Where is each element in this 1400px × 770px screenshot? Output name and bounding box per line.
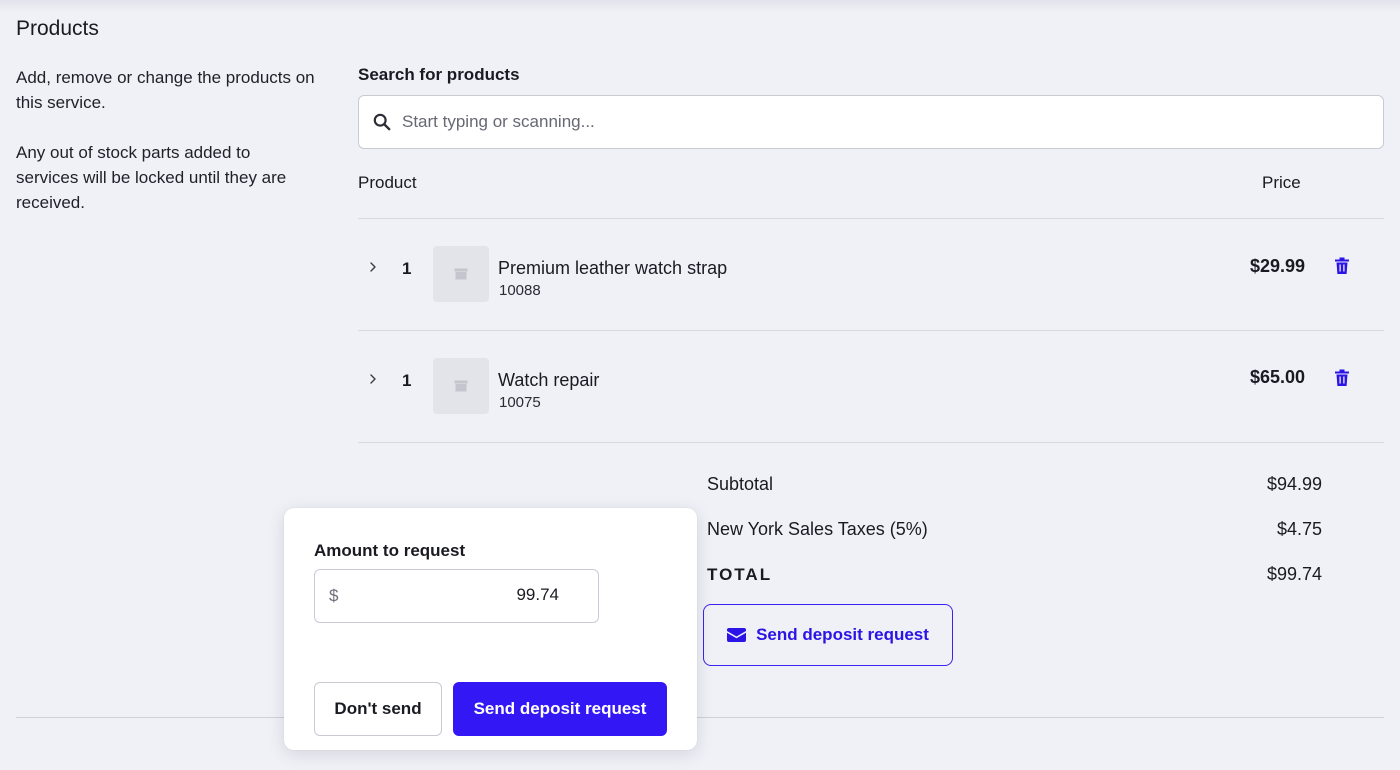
- table-row: 1 Watch repair 10075 $65.00: [358, 331, 1384, 443]
- row-quantity: 1: [402, 259, 412, 278]
- dont-send-button[interactable]: Don't send: [314, 682, 442, 736]
- tax-label: New York Sales Taxes (5%): [707, 519, 928, 539]
- search-input[interactable]: [402, 112, 1302, 132]
- box-icon: [454, 268, 468, 280]
- divider: [16, 717, 1384, 718]
- total-value: $99.74: [1266, 564, 1322, 584]
- product-sku: 10075: [499, 394, 541, 411]
- amount-input[interactable]: [409, 585, 559, 605]
- row-quantity: 1: [402, 371, 412, 390]
- product-price: $65.00: [1249, 367, 1305, 387]
- send-deposit-request-button[interactable]: Send deposit request: [703, 604, 953, 666]
- table-row: 1 Premium leather watch strap 10088 $29.…: [358, 219, 1384, 331]
- total-label: TOTAL: [707, 565, 773, 584]
- product-sku: 10088: [499, 282, 541, 299]
- subtotal-label: Subtotal: [707, 474, 774, 494]
- product-thumbnail: [433, 246, 489, 302]
- trash-icon[interactable]: [1334, 369, 1350, 387]
- currency-symbol: $: [329, 586, 339, 605]
- column-header-price: Price: [1262, 173, 1301, 192]
- search-field[interactable]: [358, 95, 1384, 149]
- search-icon: [373, 113, 391, 131]
- subtotal-value: $94.99: [1266, 474, 1322, 494]
- amount-field[interactable]: $: [314, 569, 599, 623]
- product-price: $29.99: [1249, 256, 1305, 276]
- product-name: Premium leather watch strap: [498, 258, 728, 278]
- envelope-icon: [727, 628, 747, 642]
- search-label: Search for products: [358, 65, 520, 84]
- tax-value: $4.75: [1276, 519, 1322, 539]
- trash-icon[interactable]: [1334, 257, 1350, 275]
- amount-label: Amount to request: [314, 541, 466, 560]
- stock-note: Any out of stock parts added to services…: [16, 143, 287, 212]
- section-title: Products: [16, 17, 99, 40]
- deposit-popover: Amount to request $ Don't send Send depo…: [284, 508, 697, 750]
- column-header-product: Product: [358, 173, 417, 192]
- chevron-right-icon[interactable]: [366, 372, 380, 386]
- send-deposit-request-label: Send deposit request: [756, 625, 929, 644]
- box-icon: [454, 380, 468, 392]
- confirm-send-deposit-button[interactable]: Send deposit request: [453, 682, 667, 736]
- product-thumbnail: [433, 358, 489, 414]
- divider: [358, 442, 1384, 443]
- product-name: Watch repair: [498, 370, 600, 390]
- section-description: Add, remove or change the products on th…: [16, 68, 315, 112]
- chevron-right-icon[interactable]: [366, 260, 380, 274]
- header-shadow: [0, 0, 1400, 12]
